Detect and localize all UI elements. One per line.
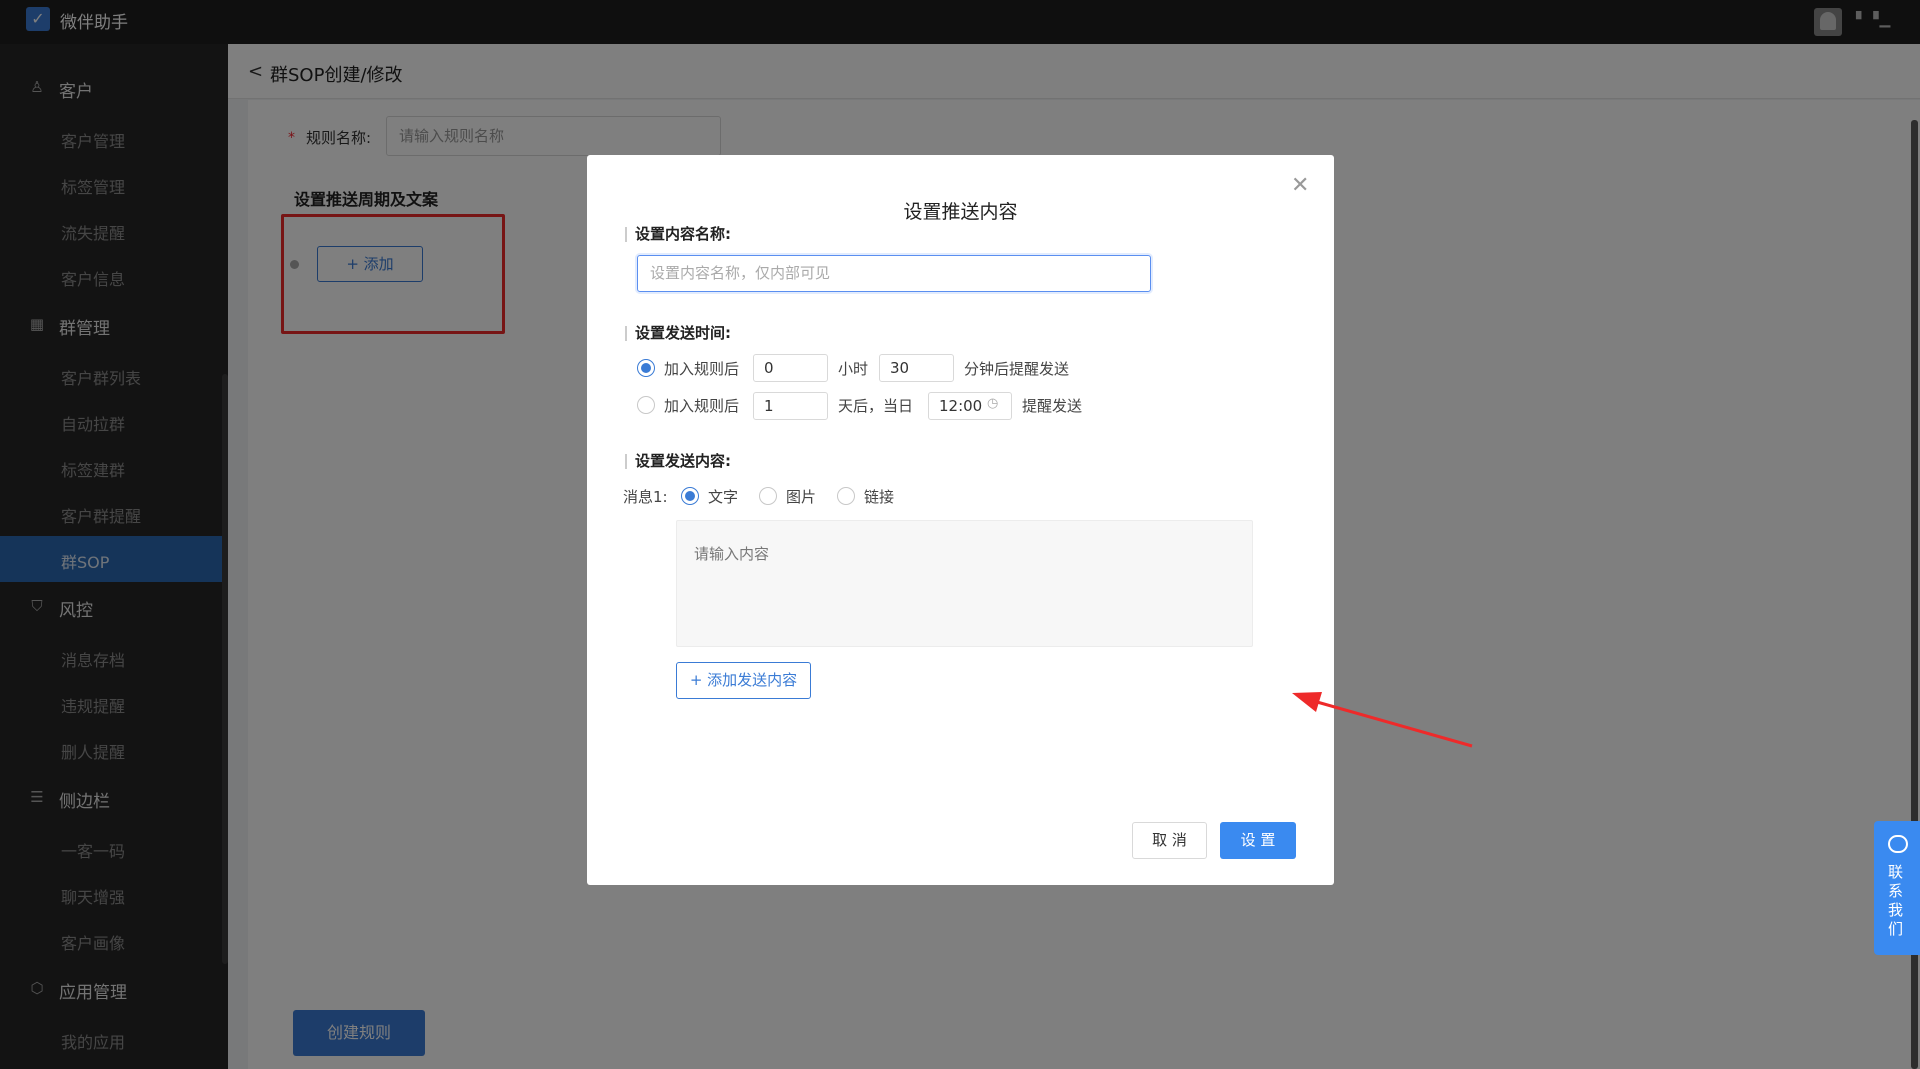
option1-suffix: 分钟后提醒发送 — [964, 360, 1070, 378]
hours-input[interactable]: 0 — [753, 354, 828, 382]
contact-us-button[interactable]: 联系我们 — [1874, 821, 1920, 955]
option2-suffix: 提醒发送 — [1022, 397, 1083, 415]
type-link-label: 链接 — [864, 488, 895, 506]
content-name-input[interactable]: 设置内容名称，仅内部可见 — [637, 255, 1151, 292]
content-name-label: 设置内容名称: — [625, 227, 731, 242]
modal-title: 设置推送内容 — [903, 201, 1018, 223]
content-textarea[interactable]: 请输入内容 — [676, 520, 1253, 647]
days-unit: 天后，当日 — [838, 397, 914, 415]
contact-us-label: 联系我们 — [1888, 863, 1904, 938]
time-picker-input[interactable]: 12:00 — [928, 392, 1012, 420]
cancel-button[interactable]: 取 消 — [1132, 822, 1207, 859]
push-content-modal: 设置推送内容 ✕ 设置内容名称: 设置内容名称，仅内部可见 设置发送时间: 加入… — [587, 155, 1334, 885]
type-text-label: 文字 — [708, 488, 739, 506]
type-text-radio[interactable] — [681, 487, 699, 505]
minutes-input[interactable]: 30 — [879, 354, 954, 382]
type-image-radio[interactable] — [759, 487, 777, 505]
send-content-label: 设置发送内容: — [625, 454, 731, 469]
option1-prefix: 加入规则后 — [664, 360, 740, 378]
chat-icon — [1888, 835, 1908, 853]
hours-unit: 小时 — [838, 360, 869, 378]
send-time-option2-radio[interactable] — [637, 396, 655, 414]
add-content-button[interactable]: + 添加发送内容 — [676, 662, 811, 699]
send-time-option1-radio[interactable] — [637, 359, 655, 377]
option2-prefix: 加入规则后 — [664, 397, 740, 415]
confirm-button[interactable]: 设 置 — [1220, 822, 1296, 859]
type-image-label: 图片 — [786, 488, 817, 506]
type-link-radio[interactable] — [837, 487, 855, 505]
days-input[interactable]: 1 — [753, 392, 828, 420]
message-label: 消息1: — [623, 488, 668, 506]
send-time-label: 设置发送时间: — [625, 326, 731, 341]
close-icon[interactable]: ✕ — [1291, 173, 1309, 198]
clock-icon: ◷ — [987, 396, 999, 411]
